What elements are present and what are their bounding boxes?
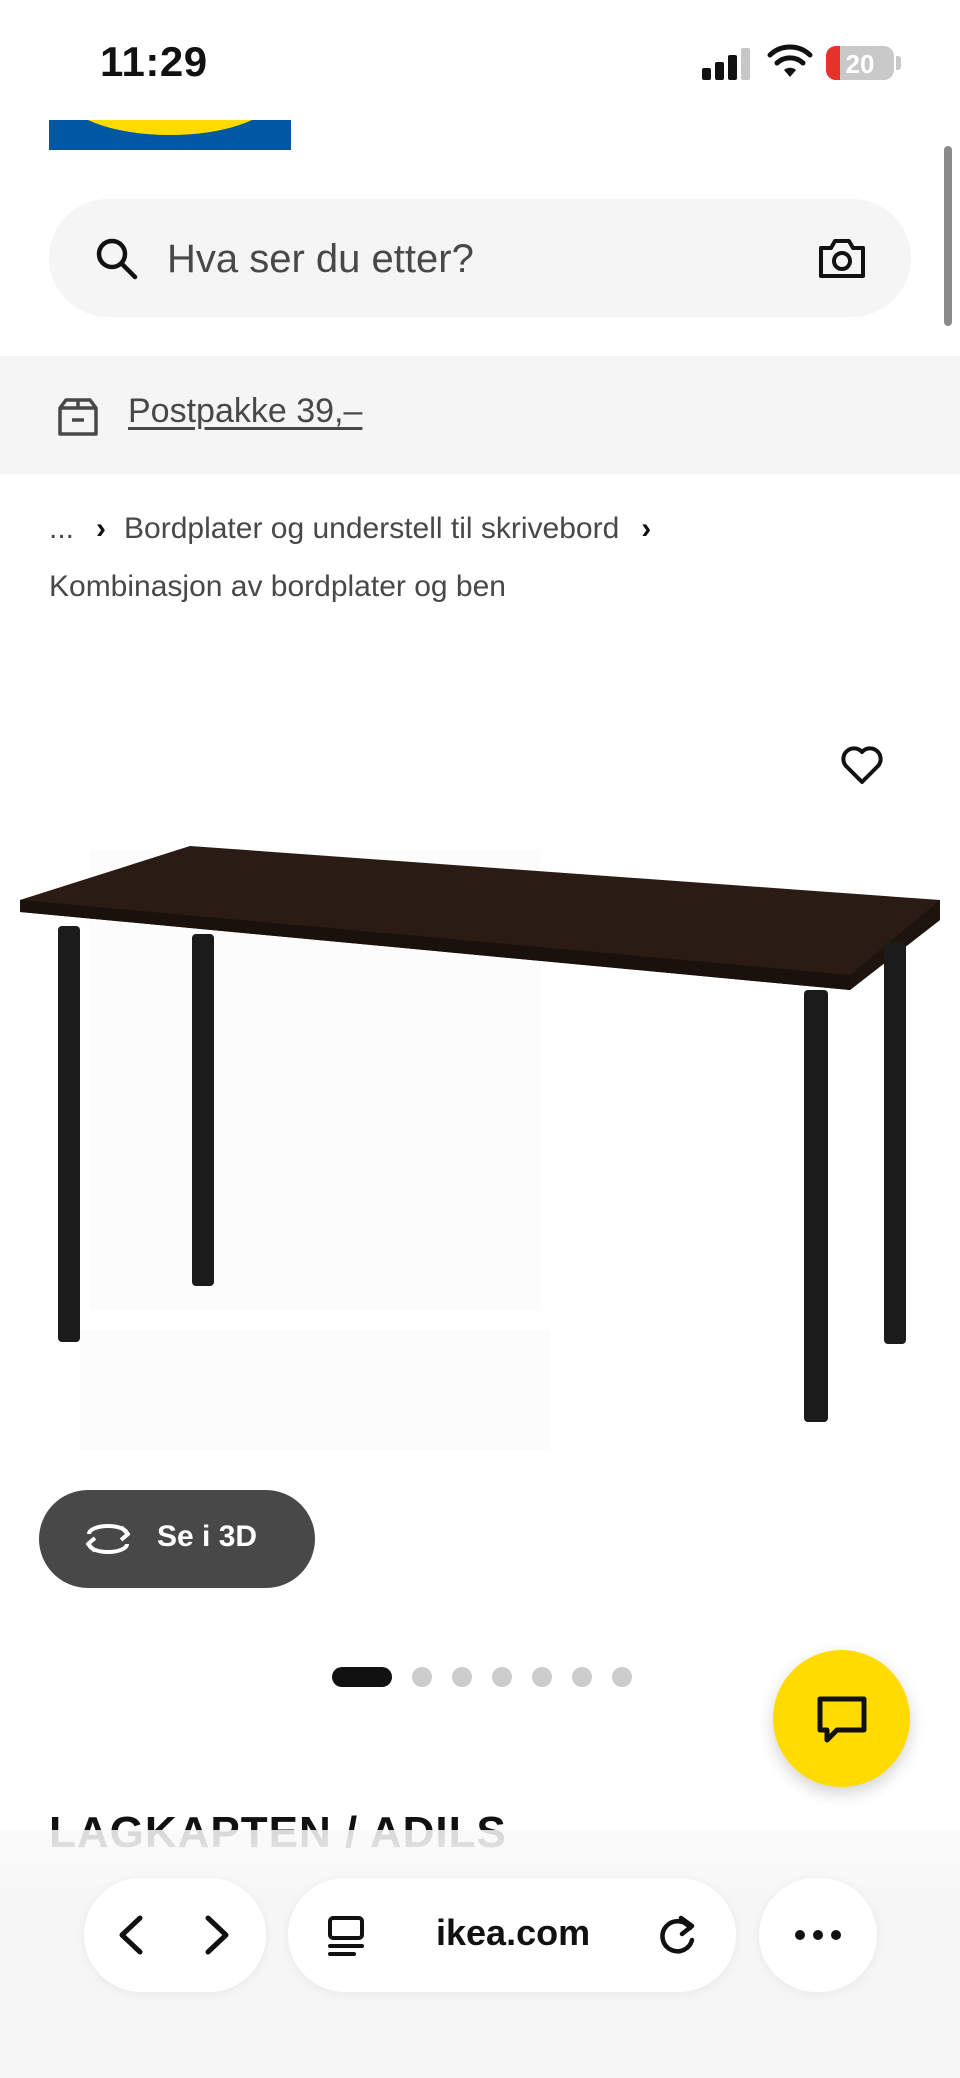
chat-button[interactable] [773,1650,910,1787]
carousel-dots[interactable] [332,1667,632,1687]
carousel-dot[interactable] [452,1667,472,1687]
more-menu-button[interactable] [759,1878,877,1992]
address-bar[interactable]: ikea.com [288,1878,736,1992]
rotate-3d-icon [86,1524,130,1554]
carousel-dot[interactable] [572,1667,592,1687]
status-time: 11:29 [100,38,208,85]
address-domain[interactable]: ikea.com [436,1912,590,1954]
status-bar: 11:29 20 [0,0,960,120]
delivery-banner: Postpakke 39,– [0,356,960,474]
more-icon [795,1930,841,1940]
reload-icon[interactable] [654,1912,700,1958]
chat-icon [817,1696,867,1743]
chevron-right-icon: › [641,512,652,545]
breadcrumb-item[interactable]: Kombinasjon av bordplater og ben [49,570,506,603]
chevron-right-icon: › [96,512,107,545]
carousel-dot-active[interactable] [332,1667,392,1687]
battery-icon: 20 [826,46,894,80]
view-3d-button[interactable]: Se i 3D [39,1490,315,1588]
chevron-left-icon[interactable] [110,1912,154,1958]
search-input[interactable] [167,229,767,289]
postpakke-link[interactable]: Postpakke 39,– [128,392,362,431]
carousel-dot[interactable] [532,1667,552,1687]
cellular-signal-icon [702,46,752,80]
breadcrumb-item[interactable]: Bordplater og understell til skrivebord [124,512,619,545]
carousel-dot[interactable] [412,1667,432,1687]
camera-icon[interactable] [817,234,867,282]
search-bar[interactable] [49,199,911,317]
view-3d-label: Se i 3D [157,1520,258,1553]
battery-level: 20 [845,49,875,79]
wifi-icon [767,44,813,77]
breadcrumb-ellipsis[interactable]: ... [49,512,74,545]
reader-icon[interactable] [324,1914,368,1958]
breadcrumb: ... › Bordplater og understell til skriveb… [49,500,919,616]
carousel-dot[interactable] [492,1667,512,1687]
browser-nav-group [84,1878,266,1992]
product-image[interactable] [0,830,960,1470]
carousel-dot[interactable] [612,1667,632,1687]
box-icon [58,398,98,436]
page-scrollbar[interactable] [944,146,952,326]
heart-icon[interactable] [838,740,886,788]
chevron-right-icon[interactable] [194,1912,238,1958]
search-icon [96,238,138,280]
